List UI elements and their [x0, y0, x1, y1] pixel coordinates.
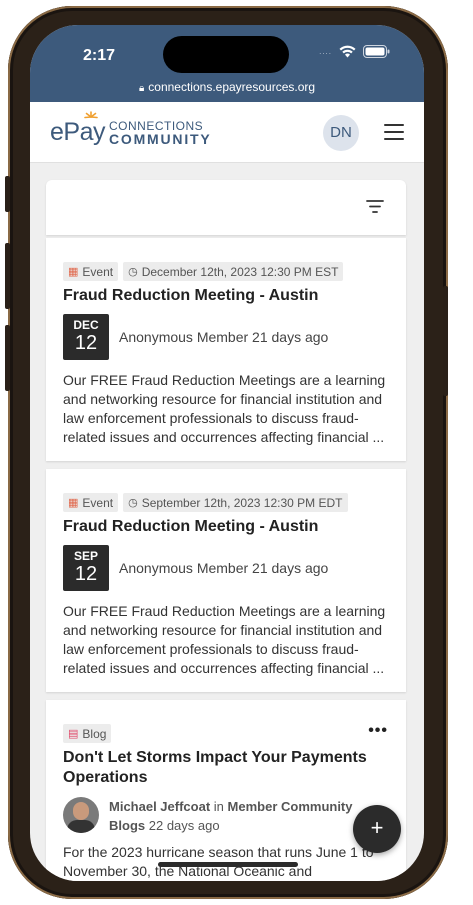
power-button [443, 286, 448, 396]
event-excerpt: Our FREE Fraud Reduction Meetings are a … [63, 603, 386, 676]
blog-tag: ▤ Blog [63, 724, 112, 743]
date-badge: DEC 12 [63, 314, 109, 360]
event-excerpt: Our FREE Fraud Reduction Meetings are a … [63, 372, 386, 445]
filter-bar [46, 180, 406, 235]
browser-status-bar: 2:17 .... 🔒︎ connections.epayresources.or… [30, 25, 424, 102]
event-title[interactable]: Fraud Reduction Meeting - Austin [63, 286, 389, 306]
mute-switch [5, 176, 10, 212]
battery-icon [363, 45, 390, 58]
address-bar[interactable]: 🔒︎ connections.epayresources.org [30, 80, 424, 94]
author-meta: Michael Jeffcoat in Member Community Blo… [109, 799, 353, 833]
post-age: 22 days ago [148, 818, 220, 833]
event-title[interactable]: Fraud Reduction Meeting - Austin [63, 517, 389, 537]
screen: 2:17 .... 🔒︎ connections.epayresources.or… [30, 25, 424, 881]
blog-title[interactable]: Don't Let Storms Impact Your Payments Op… [63, 748, 389, 788]
filter-icon[interactable] [366, 199, 384, 214]
clock-icon: ◷ [128, 497, 138, 509]
logo-wordmark: CONNECTIONS COMMUNITY [108, 119, 212, 147]
site-logo[interactable]: ePay CONNECTIONS COMMUNITY [50, 111, 212, 147]
logo-community: COMMUNITY [108, 130, 212, 147]
status-icons: .... [319, 45, 390, 58]
blog-icon: ▤ [68, 728, 79, 740]
add-button[interactable]: + [353, 805, 401, 853]
user-avatar[interactable]: DN [323, 115, 359, 151]
calendar-icon: ▦ [68, 497, 79, 509]
event-meta: Anonymous Member 21 days ago [119, 560, 329, 576]
logo-sun-icon [84, 111, 98, 119]
wifi-icon [339, 45, 356, 58]
blog-card[interactable]: ••• ▤ Blog Don't Let Storms Impact Your P… [46, 700, 406, 881]
feed: ▦ Event ◷ December 12th, 2023 12:30 PM EST… [46, 180, 408, 881]
volume-up-button [5, 243, 10, 309]
author-name[interactable]: Michael Jeffcoat [109, 799, 210, 814]
more-options-icon[interactable]: ••• [368, 722, 388, 740]
event-meta: Anonymous Member 21 days ago [119, 329, 329, 345]
menu-icon[interactable] [384, 124, 404, 140]
author-avatar[interactable] [63, 797, 99, 833]
event-card[interactable]: ▦ Event ◷ September 12th, 2023 12:30 PM ED… [46, 469, 406, 692]
event-tag: ▦ Event [63, 493, 119, 512]
home-indicator [158, 862, 298, 867]
volume-down-button [5, 325, 10, 391]
dynamic-island [163, 36, 289, 73]
event-date-tag: ◷ September 12th, 2023 12:30 PM EDT [123, 493, 348, 512]
date-badge: SEP 12 [63, 545, 109, 591]
event-tag: ▦ Event [63, 262, 119, 281]
site-header: ePay CONNECTIONS COMMUNITY DN [30, 102, 424, 163]
clock: 2:17 [83, 47, 116, 64]
event-card[interactable]: ▦ Event ◷ December 12th, 2023 12:30 PM EST… [46, 238, 406, 461]
signal-dots-icon: .... [319, 47, 332, 56]
event-date-tag: ◷ December 12th, 2023 12:30 PM EST [123, 262, 344, 281]
url-text: connections.epayresources.org [148, 80, 316, 94]
calendar-icon: ▦ [68, 266, 79, 278]
lock-icon: 🔒︎ [138, 83, 145, 94]
clock-icon: ◷ [128, 266, 138, 278]
